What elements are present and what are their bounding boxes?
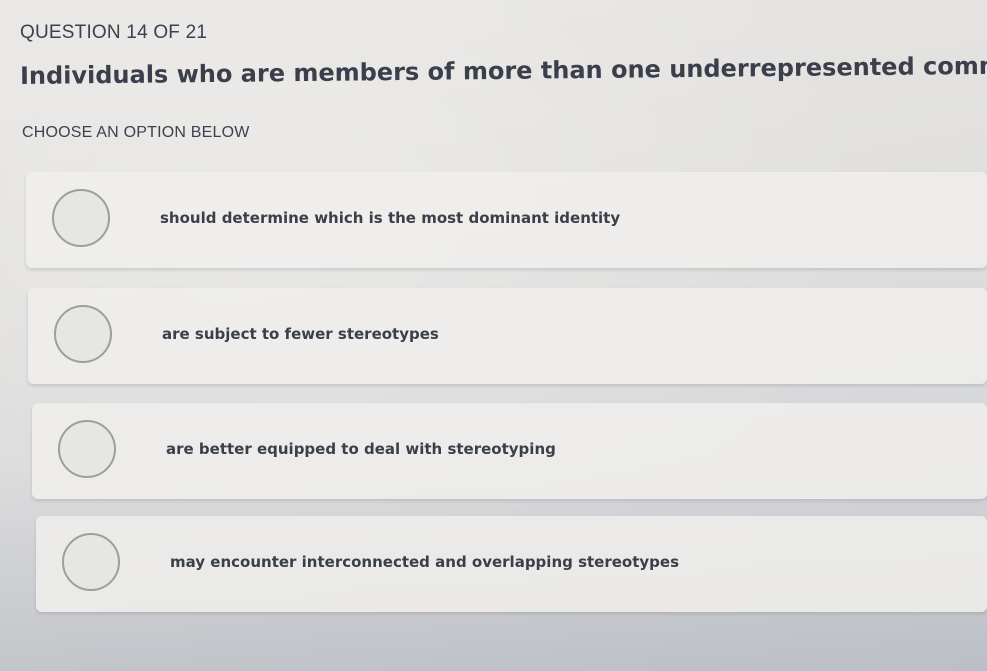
answer-option-1[interactable]: should determine which is the most domin… [26,172,987,268]
question-text: Individuals who are members of more than… [19,50,987,90]
answer-option-1-label: should determine which is the most domin… [160,209,621,228]
radio-button-2[interactable] [54,305,112,363]
radio-button-3[interactable] [58,420,116,478]
answer-option-3[interactable]: are better equipped to deal with stereot… [32,403,987,499]
radio-button-1[interactable] [52,189,110,247]
question-counter: QUESTION 14 OF 21 [20,22,208,43]
radio-button-4[interactable] [62,533,120,591]
answer-option-2-label: are subject to fewer stereotypes [162,325,439,344]
answer-option-4-label: may encounter interconnected and overlap… [170,553,680,572]
answer-option-3-label: are better equipped to deal with stereot… [166,440,556,459]
answer-option-2[interactable]: are subject to fewer stereotypes [28,288,987,384]
instruction-text: CHOOSE AN OPTION BELOW [22,124,250,141]
answer-option-4[interactable]: may encounter interconnected and overlap… [36,516,987,612]
